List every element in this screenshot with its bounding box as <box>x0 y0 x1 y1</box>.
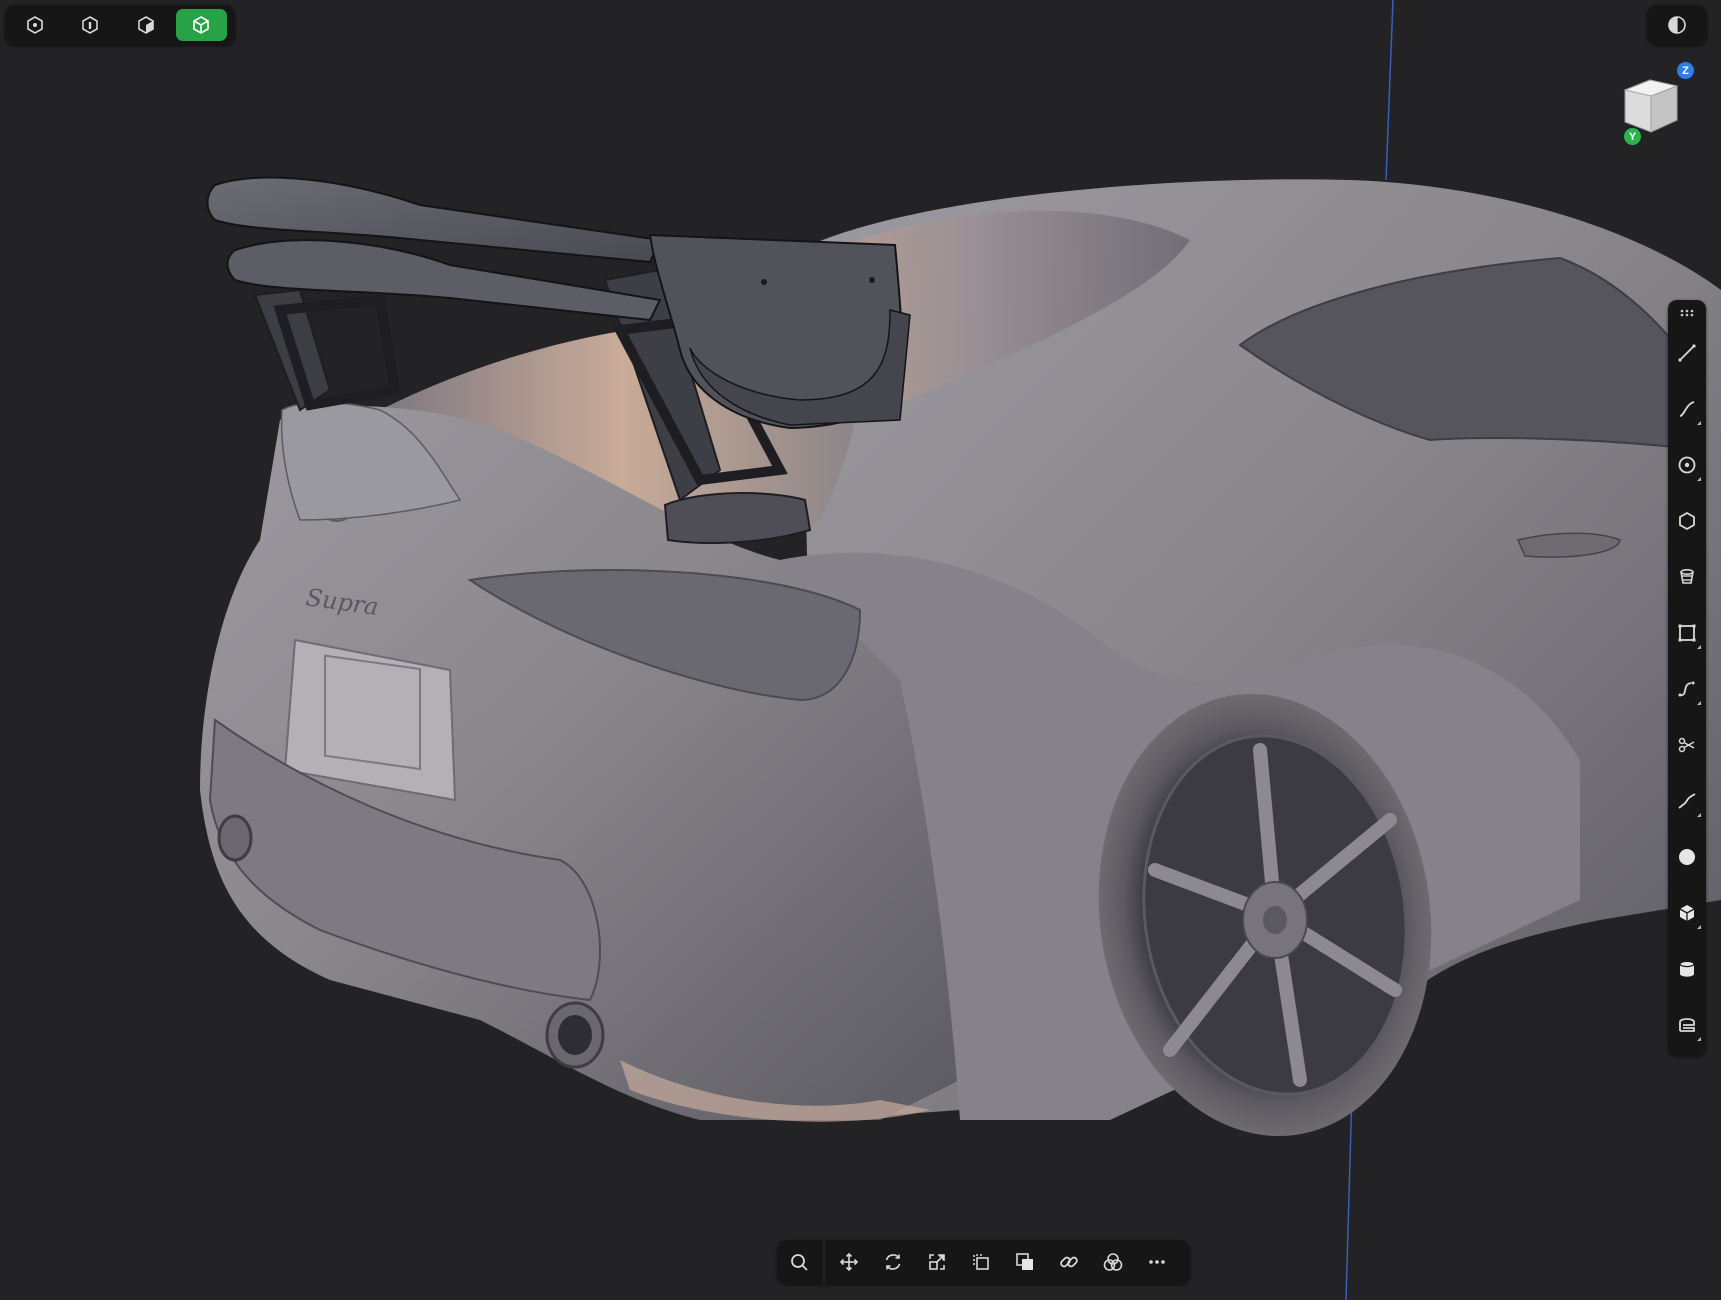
render-mode-icon <box>1668 16 1686 34</box>
circle-icon <box>1678 456 1696 474</box>
more-button[interactable] <box>1135 1240 1179 1284</box>
grip-dots-icon[interactable] <box>1672 304 1702 322</box>
rotate-button[interactable] <box>871 1240 915 1284</box>
face-select-button[interactable] <box>120 9 172 41</box>
edge-select-button[interactable] <box>65 9 117 41</box>
cylinder-icon <box>1679 960 1695 977</box>
more-icon <box>1149 1260 1165 1264</box>
move-icon <box>839 1252 859 1272</box>
modeling-tool-strip <box>1668 300 1706 1056</box>
transform-toolbar <box>777 1240 1190 1284</box>
object-select-icon <box>193 16 210 34</box>
line-tool[interactable] <box>1672 336 1702 370</box>
transform-tools-group <box>827 1240 1179 1284</box>
text-tool[interactable] <box>1672 1008 1702 1042</box>
polygon-icon <box>1679 511 1695 531</box>
trim-icon <box>1678 737 1695 753</box>
blend-curve-tool[interactable] <box>1672 784 1702 818</box>
material-icon <box>1103 1253 1123 1271</box>
boolean-button[interactable] <box>1003 1240 1047 1284</box>
polygon-tool[interactable] <box>1672 504 1702 538</box>
3d-viewport[interactable]: Supra <box>0 0 1721 1300</box>
object-select-button[interactable] <box>175 9 227 41</box>
link-icon <box>1060 1256 1078 1268</box>
edge-select-icon <box>82 16 99 34</box>
axis-z-badge[interactable]: Z <box>1677 62 1694 79</box>
trim-tool[interactable] <box>1672 728 1702 762</box>
material-button[interactable] <box>1091 1240 1135 1284</box>
rotate-icon <box>885 1254 901 1270</box>
scale-icon <box>929 1254 945 1270</box>
surface-icon <box>1680 568 1694 584</box>
box-tool[interactable] <box>1672 896 1702 930</box>
spline-tool[interactable] <box>1672 672 1702 706</box>
car-model-render[interactable]: Supra <box>0 0 1721 1300</box>
circle-tool[interactable] <box>1672 448 1702 482</box>
blend-curve-icon <box>1678 793 1696 809</box>
curve-tool[interactable] <box>1672 392 1702 426</box>
cylinder-tool[interactable] <box>1672 952 1702 986</box>
toolbar-divider <box>823 1240 825 1284</box>
face-select-icon <box>137 16 154 34</box>
sphere-icon <box>1679 849 1695 865</box>
search-button[interactable] <box>777 1240 821 1284</box>
rectangle-tool[interactable] <box>1672 616 1702 650</box>
view-cube[interactable]: Z Y <box>1615 60 1705 150</box>
text-icon <box>1679 1018 1695 1032</box>
duplicate-icon <box>973 1254 989 1270</box>
scale-button[interactable] <box>915 1240 959 1284</box>
duplicate-button[interactable] <box>959 1240 1003 1284</box>
curve-icon <box>1679 401 1695 417</box>
selection-mode-bar <box>5 5 235 45</box>
display-mode-button[interactable] <box>1647 5 1707 45</box>
move-button[interactable] <box>827 1240 871 1284</box>
search-icon <box>791 1254 808 1271</box>
sphere-tool[interactable] <box>1672 840 1702 874</box>
link-button[interactable] <box>1047 1240 1091 1284</box>
vertex-select-icon <box>26 16 43 34</box>
spline-icon <box>1678 681 1695 697</box>
rectangle-icon <box>1678 624 1696 642</box>
axis-y-badge[interactable]: Y <box>1624 128 1641 145</box>
box-icon <box>1679 905 1695 921</box>
boolean-icon <box>1016 1253 1033 1270</box>
vertex-select-button[interactable] <box>9 9 61 41</box>
surface-tool[interactable] <box>1672 560 1702 594</box>
line-icon <box>1678 344 1696 362</box>
